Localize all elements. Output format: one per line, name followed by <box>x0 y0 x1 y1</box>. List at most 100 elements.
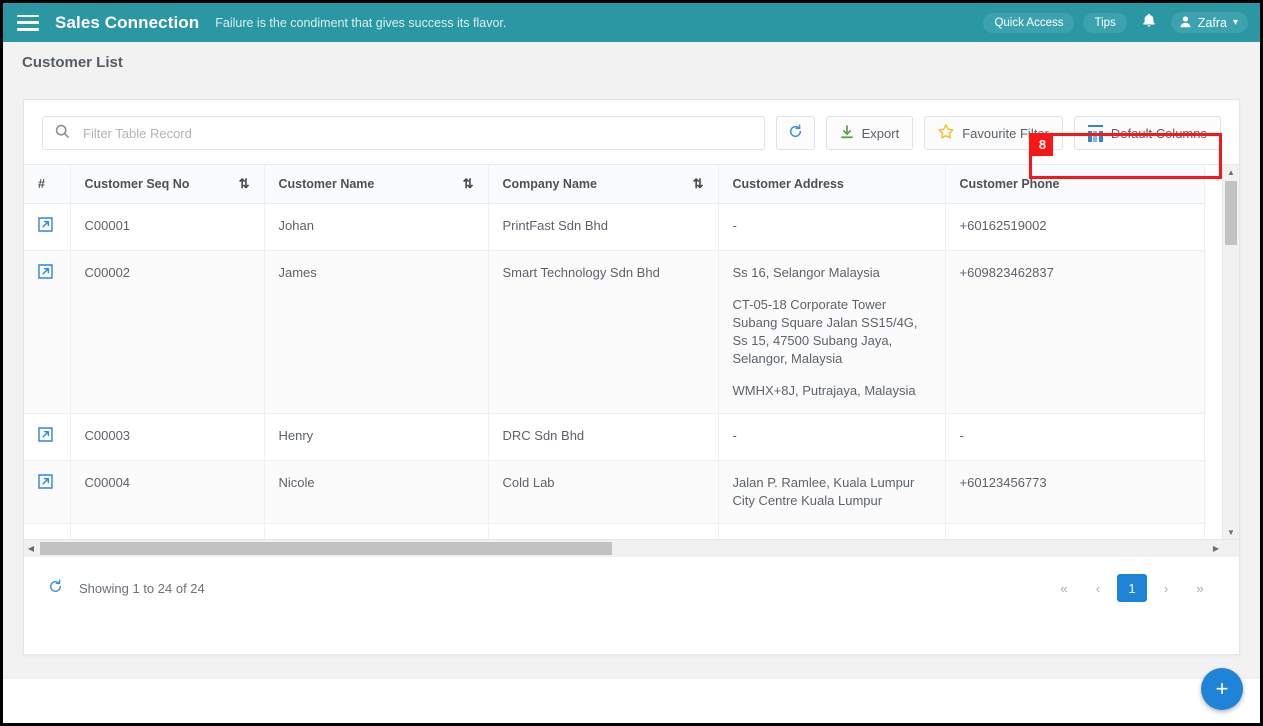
table-footer: Showing 1 to 24 of 24 « ‹ 1 › » <box>24 557 1239 619</box>
column-header-index: # <box>24 165 71 204</box>
sort-icon[interactable]: ⇅ <box>239 177 250 190</box>
column-header-company-name-label: Company Name <box>502 176 597 191</box>
cell-customer-name: Henry <box>264 413 489 461</box>
table-row[interactable]: C00004 Nicole Cold Lab Jalan P. Ramlee, … <box>24 460 1205 524</box>
column-header-customer-seq-no-label: Customer Seq No <box>84 176 190 191</box>
notification-bell-icon[interactable] <box>1136 13 1162 32</box>
open-record-icon[interactable] <box>38 473 53 492</box>
annotation-step-number: 8 <box>1032 133 1053 156</box>
column-header-customer-phone-label: Customer Phone <box>959 176 1060 191</box>
column-header-index-label: # <box>38 176 45 191</box>
address-line: CT-05-18 Corporate Tower Subang Square J… <box>732 296 918 366</box>
export-button[interactable]: Export <box>825 116 914 150</box>
table-header-row: # Customer Seq No ⇅ Customer Name ⇅ Comp… <box>24 165 1205 204</box>
customer-list-card: Export Favourite Filter Default Columns <box>23 99 1240 655</box>
cell-company-name: Cold Lab <box>488 460 719 524</box>
table-row[interactable]: C00001 Johan PrintFast Sdn Bhd - +601625… <box>24 203 1205 251</box>
column-header-company-name[interactable]: Company Name ⇅ <box>488 165 719 204</box>
address-line: Ss 16, Selangor Malaysia <box>732 264 880 280</box>
pagination-last-button[interactable]: » <box>1185 574 1215 602</box>
row-action-cell[interactable] <box>24 460 71 524</box>
cell-customer-seq-no: C00004 <box>70 460 265 524</box>
table-row[interactable]: C00003 Henry DRC Sdn Bhd - - <box>24 413 1205 461</box>
address-line: - <box>732 217 737 233</box>
table-vertical-scrollbar[interactable]: ▲ ▼ <box>1222 165 1239 539</box>
bottom-strip <box>3 678 1260 723</box>
quick-access-button[interactable]: Quick Access <box>983 12 1075 33</box>
horizontal-scrollbar-thumb[interactable] <box>40 542 612 555</box>
cell-customer-name: Nicole <box>264 460 489 524</box>
column-header-customer-address: Customer Address <box>718 165 946 204</box>
cell-customer-phone: +60123456773 <box>945 460 1205 524</box>
open-record-icon[interactable] <box>38 216 53 235</box>
hamburger-menu-icon[interactable] <box>17 14 39 31</box>
row-action-cell[interactable] <box>24 250 71 414</box>
pagination: « ‹ 1 › » <box>1049 574 1215 602</box>
pagination-next-button[interactable]: › <box>1151 574 1181 602</box>
refresh-icon <box>788 124 803 142</box>
column-header-customer-seq-no[interactable]: Customer Seq No ⇅ <box>70 165 265 204</box>
cell-customer-name: James <box>264 250 489 414</box>
pagination-page-1[interactable]: 1 <box>1117 574 1147 602</box>
page-title-bar: Customer List <box>3 42 1260 83</box>
row-action-cell[interactable] <box>24 413 71 461</box>
add-customer-button[interactable]: + <box>1201 668 1243 710</box>
table-row[interactable]: C00002 James Smart Technology Sdn Bhd Ss… <box>24 250 1205 414</box>
table-row[interactable] <box>24 523 1205 539</box>
cell-company-name: Smart Technology Sdn Bhd <box>488 250 719 414</box>
open-record-icon[interactable] <box>38 263 53 282</box>
cell-customer-phone: +609823462837 <box>945 250 1205 414</box>
refresh-table-button[interactable] <box>775 116 815 150</box>
sort-icon[interactable]: ⇅ <box>463 177 474 190</box>
address-line: - <box>732 427 737 443</box>
cell-customer-name: Johan <box>264 203 489 251</box>
search-icon <box>55 124 70 142</box>
filter-search-box[interactable] <box>42 116 765 150</box>
scroll-up-arrow-icon[interactable]: ▲ <box>1223 165 1239 179</box>
content-area: Export Favourite Filter Default Columns <box>3 83 1260 655</box>
star-icon <box>938 124 954 142</box>
column-header-customer-name-label: Customer Name <box>278 176 375 191</box>
cell-customer-seq-no <box>70 523 265 539</box>
footer-refresh-icon[interactable] <box>48 579 63 597</box>
record-count-label: Showing 1 to 24 of 24 <box>79 580 205 596</box>
cell-company-name <box>488 523 719 539</box>
table-body: C00001 Johan PrintFast Sdn Bhd - +601625… <box>24 203 1205 539</box>
table-header: # Customer Seq No ⇅ Customer Name ⇅ Comp… <box>24 165 1205 204</box>
pagination-first-button[interactable]: « <box>1049 574 1079 602</box>
cell-customer-address: Jalan P. Ramlee, Kuala Lumpur City Centr… <box>718 460 946 524</box>
row-action-cell[interactable] <box>24 523 71 539</box>
scroll-left-arrow-icon[interactable]: ◀ <box>24 544 38 553</box>
app-brand-title: Sales Connection <box>55 12 200 32</box>
column-header-customer-phone: Customer Phone <box>945 165 1205 204</box>
cell-customer-name <box>264 523 489 539</box>
column-header-customer-name[interactable]: Customer Name ⇅ <box>264 165 489 204</box>
columns-icon <box>1087 124 1103 142</box>
user-name-label: Zafra <box>1197 15 1227 30</box>
user-menu[interactable]: Zafra ▾ <box>1170 12 1248 33</box>
search-input[interactable] <box>81 124 752 142</box>
app-tagline: Failure is the condiment that gives succ… <box>215 15 507 30</box>
download-icon <box>840 125 854 141</box>
top-navigation-actions: Quick Access Tips Zafra ▾ <box>983 12 1248 33</box>
row-action-cell[interactable] <box>24 203 71 251</box>
customer-table: # Customer Seq No ⇅ Customer Name ⇅ Comp… <box>24 165 1205 539</box>
open-record-icon[interactable] <box>38 426 53 445</box>
sort-icon[interactable]: ⇅ <box>693 177 704 190</box>
address-line: Jalan P. Ramlee, Kuala Lumpur City Centr… <box>732 474 915 508</box>
cell-company-name: DRC Sdn Bhd <box>488 413 719 461</box>
scroll-down-arrow-icon[interactable]: ▼ <box>1223 525 1239 539</box>
vertical-scrollbar-thumb[interactable] <box>1225 181 1237 245</box>
cell-company-name: PrintFast Sdn Bhd <box>488 203 719 251</box>
table-horizontal-scrollbar[interactable]: ◀ ▶ <box>24 539 1239 557</box>
cell-customer-address: - <box>718 413 946 461</box>
table-toolbar: Export Favourite Filter Default Columns <box>24 100 1239 164</box>
export-label: Export <box>861 125 900 141</box>
table-scroll-region: # Customer Seq No ⇅ Customer Name ⇅ Comp… <box>24 164 1239 539</box>
pagination-prev-button[interactable]: ‹ <box>1083 574 1113 602</box>
default-columns-button[interactable]: Default Columns <box>1073 116 1221 150</box>
tips-button[interactable]: Tips <box>1083 12 1127 33</box>
scroll-right-arrow-icon[interactable]: ▶ <box>1209 544 1223 553</box>
cell-customer-address <box>718 523 946 539</box>
address-line: WMHX+8J, Putrajaya, Malaysia <box>732 382 916 398</box>
